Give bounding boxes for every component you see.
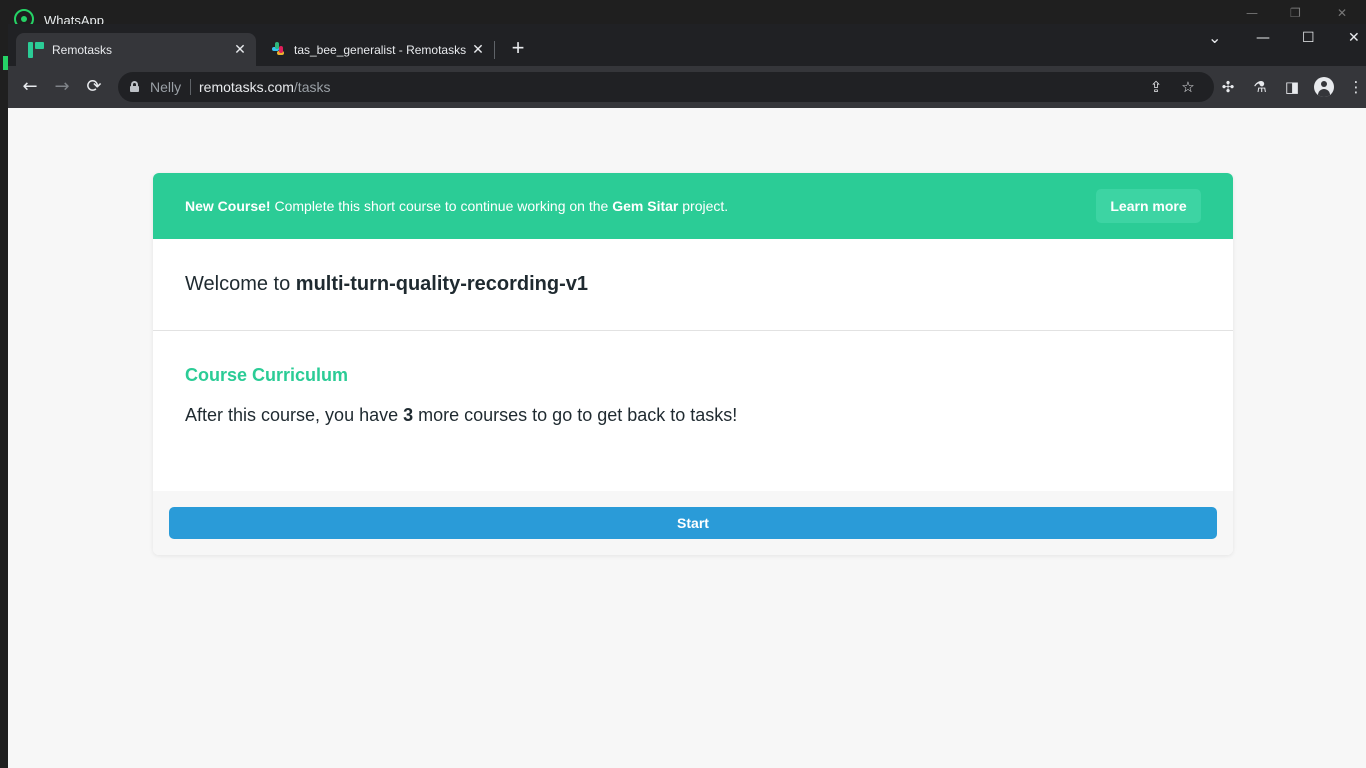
profile-chip: Nelly [150, 79, 182, 95]
maximize-button[interactable]: ☐ [1302, 30, 1315, 46]
omnibox-divider [190, 79, 191, 95]
learn-more-button[interactable]: Learn more [1096, 189, 1201, 223]
side-panel-icon[interactable]: ◨ [1282, 77, 1302, 97]
labs-icon[interactable]: ⚗ [1250, 77, 1270, 97]
lock-icon[interactable] [130, 81, 139, 92]
back-button[interactable]: ← [18, 75, 42, 99]
address-bar[interactable]: Nelly remotasks.com/tasks ⇪ ☆ [118, 72, 1214, 102]
whatsapp-restore-button[interactable]: ❐ [1290, 6, 1301, 20]
section-divider [153, 330, 1233, 331]
tab-close-icon[interactable]: ✕ [468, 41, 488, 58]
remotasks-favicon-icon [28, 41, 44, 58]
share-icon[interactable]: ⇪ [1146, 77, 1166, 97]
reload-button[interactable]: ⟳ [82, 75, 106, 99]
close-window-button[interactable]: ✕ [1348, 30, 1360, 46]
curriculum-text-before: After this course, you have [185, 405, 404, 425]
minimize-button[interactable]: — [1256, 30, 1270, 46]
banner-text-after: project. [678, 198, 729, 214]
curriculum-text: After this course, you have 3 more cours… [185, 405, 737, 426]
tab-separator [494, 41, 495, 59]
new-tab-button[interactable]: + [506, 37, 530, 61]
browser-toolbar: ← → ⟳ Nelly remotasks.com/tasks ⇪ ☆ ✣ ⚗ … [8, 66, 1366, 108]
tab-close-icon[interactable]: ✕ [230, 41, 250, 58]
browser-window: Remotasks ✕ tas_bee_generalist - Remotas… [8, 24, 1366, 768]
tab-title: Remotasks [52, 42, 113, 57]
curriculum-title: Course Curriculum [185, 365, 349, 385]
remaining-courses-count: 3 [403, 405, 414, 425]
url-path: /tasks [293, 79, 331, 95]
whatsapp-close-button[interactable]: ✕ [1337, 6, 1347, 20]
start-button[interactable]: Start [169, 507, 1217, 539]
url-host: remotasks.com [199, 79, 294, 95]
course-card: New Course! Complete this short course t… [153, 173, 1233, 555]
url-text[interactable]: remotasks.com/tasks [199, 79, 331, 95]
new-course-banner: New Course! Complete this short course t… [153, 173, 1233, 239]
welcome-prefix: Welcome to [185, 273, 296, 295]
forward-button[interactable]: → [50, 75, 74, 99]
tab-strip: Remotasks ✕ tas_bee_generalist - Remotas… [8, 24, 1366, 66]
profile-avatar-icon[interactable] [1314, 77, 1334, 97]
menu-icon[interactable]: ⋮ [1346, 77, 1366, 97]
tab-search-icon[interactable]: ⌄ [1208, 28, 1221, 47]
banner-text-before: Complete this short course to continue w… [270, 198, 613, 214]
card-footer: Start [153, 491, 1233, 555]
page-viewport: New Course! Complete this short course t… [8, 108, 1366, 768]
tab-remotasks[interactable]: Remotasks ✕ [16, 33, 256, 66]
whatsapp-minimize-button[interactable]: — [1246, 6, 1258, 20]
bookmark-star-icon[interactable]: ☆ [1178, 77, 1198, 97]
slack-favicon-icon [270, 41, 286, 58]
banner-lead: New Course! [185, 198, 271, 214]
banner-text: New Course! Complete this short course t… [185, 198, 728, 214]
curriculum-text-after: more courses to go to get back to tasks! [413, 405, 738, 425]
tab-title: tas_bee_generalist - Remotasks [294, 42, 467, 57]
tab-tas-bee-generalist[interactable]: tas_bee_generalist - Remotasks ✕ [258, 33, 494, 66]
welcome-heading: Welcome to multi-turn-quality-recording-… [185, 273, 588, 296]
extensions-icon[interactable]: ✣ [1218, 77, 1238, 97]
banner-project: Gem Sitar [612, 198, 679, 214]
course-name: multi-turn-quality-recording-v1 [295, 273, 589, 295]
